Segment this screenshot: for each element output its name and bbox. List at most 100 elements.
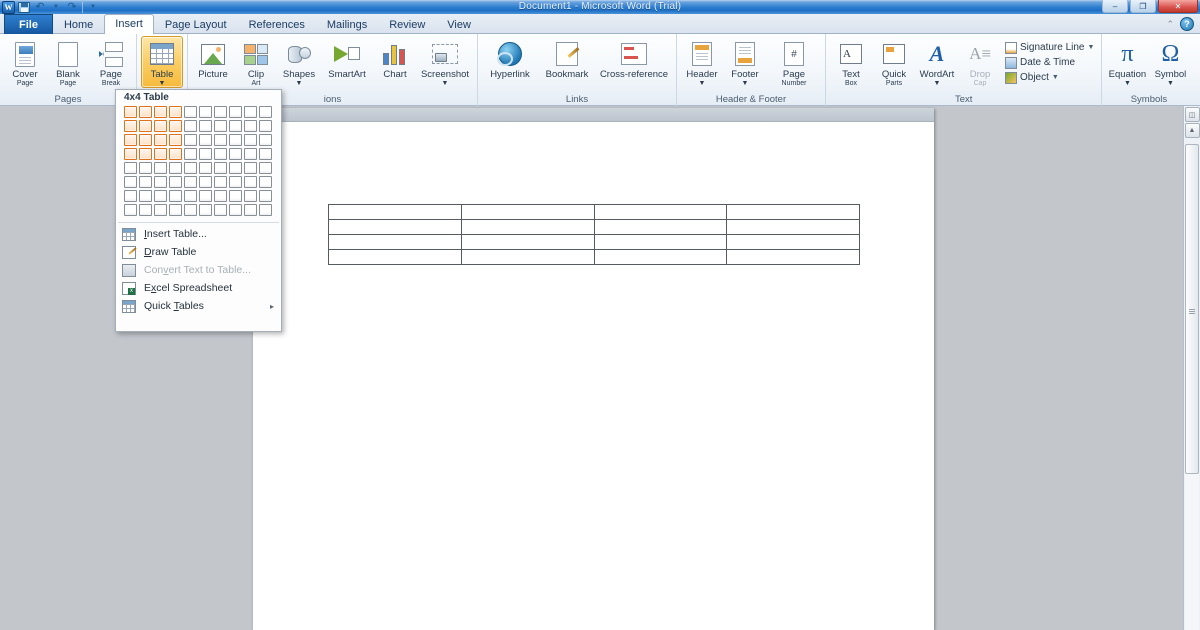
grid-cell-1-6[interactable] bbox=[199, 106, 212, 118]
grid-cell-2-7[interactable] bbox=[214, 120, 227, 132]
screenshot-button[interactable]: Screenshot ▼ bbox=[417, 36, 473, 88]
grid-cell-8-1[interactable] bbox=[124, 204, 137, 216]
footer-caret[interactable]: ▼ bbox=[731, 80, 758, 87]
grid-cell-4-9[interactable] bbox=[244, 148, 257, 160]
menu-item-excel-spreadsheet[interactable]: Excel Spreadsheet bbox=[116, 279, 281, 297]
grid-cell-5-6[interactable] bbox=[199, 162, 212, 174]
inserted-table[interactable] bbox=[328, 204, 860, 265]
grid-cell-8-8[interactable] bbox=[229, 204, 242, 216]
customize-qat-icon[interactable]: ▼ bbox=[86, 1, 100, 14]
grid-cell-3-1[interactable] bbox=[124, 134, 137, 146]
grid-cell-4-4[interactable] bbox=[169, 148, 182, 160]
screenshot-caret[interactable]: ▼ bbox=[421, 80, 469, 87]
grid-cell-6-10[interactable] bbox=[259, 176, 272, 188]
blank-page-button[interactable]: Blank Page bbox=[47, 36, 89, 88]
grid-cell-1-3[interactable] bbox=[154, 106, 167, 118]
grid-cell-7-1[interactable] bbox=[124, 190, 137, 202]
grid-cell-1-8[interactable] bbox=[229, 106, 242, 118]
table-row[interactable] bbox=[328, 219, 860, 235]
grid-cell-6-7[interactable] bbox=[214, 176, 227, 188]
grid-cell-3-7[interactable] bbox=[214, 134, 227, 146]
grid-cell-6-1[interactable] bbox=[124, 176, 137, 188]
object-caret[interactable]: ▼ bbox=[1052, 74, 1059, 81]
grid-cell-6-6[interactable] bbox=[199, 176, 212, 188]
table-dropdown-caret[interactable]: ▼ bbox=[151, 80, 174, 87]
grid-cell-7-8[interactable] bbox=[229, 190, 242, 202]
grid-cell-5-9[interactable] bbox=[244, 162, 257, 174]
grid-cell-1-9[interactable] bbox=[244, 106, 257, 118]
table-cell-4-4[interactable] bbox=[726, 249, 860, 265]
grid-cell-4-2[interactable] bbox=[139, 148, 152, 160]
grid-cell-4-5[interactable] bbox=[184, 148, 197, 160]
clip-art-button[interactable]: Clip Art bbox=[235, 36, 277, 88]
grid-cell-1-10[interactable] bbox=[259, 106, 272, 118]
table-size-grid[interactable] bbox=[123, 105, 274, 217]
grid-cell-4-1[interactable] bbox=[124, 148, 137, 160]
page-number-button[interactable]: # Page Number bbox=[767, 36, 821, 88]
grid-cell-1-2[interactable] bbox=[139, 106, 152, 118]
document-page[interactable] bbox=[253, 108, 934, 630]
text-box-button[interactable]: A Text Box bbox=[830, 36, 872, 88]
grid-cell-1-4[interactable] bbox=[169, 106, 182, 118]
table-cell-2-3[interactable] bbox=[593, 219, 728, 235]
table-cell-1-4[interactable] bbox=[726, 204, 860, 220]
object-button[interactable]: Object ▼ bbox=[1002, 70, 1097, 85]
grid-cell-3-3[interactable] bbox=[154, 134, 167, 146]
table-cell-1-1[interactable] bbox=[328, 204, 462, 220]
table-cell-3-1[interactable] bbox=[328, 234, 462, 250]
scroll-up-button[interactable]: ▲ bbox=[1184, 123, 1200, 138]
grid-cell-4-10[interactable] bbox=[259, 148, 272, 160]
scrollbar-thumb[interactable] bbox=[1185, 144, 1199, 474]
grid-cell-4-3[interactable] bbox=[154, 148, 167, 160]
table-cell-3-4[interactable] bbox=[726, 234, 860, 250]
grid-cell-3-8[interactable] bbox=[229, 134, 242, 146]
restore-button[interactable]: ❐ bbox=[1130, 0, 1156, 13]
redo-icon[interactable]: ↷ bbox=[65, 1, 79, 14]
picture-button[interactable]: Picture bbox=[192, 36, 234, 81]
tab-home[interactable]: Home bbox=[53, 15, 104, 34]
grid-cell-5-8[interactable] bbox=[229, 162, 242, 174]
grid-cell-6-3[interactable] bbox=[154, 176, 167, 188]
minimize-button[interactable]: – bbox=[1102, 0, 1128, 13]
tab-view[interactable]: View bbox=[436, 15, 482, 34]
table-cell-3-3[interactable] bbox=[593, 234, 728, 250]
table-dropdown-menu[interactable]: 4x4 Table Insert Table... Draw Table Con… bbox=[115, 89, 282, 332]
grid-cell-2-6[interactable] bbox=[199, 120, 212, 132]
tab-references[interactable]: References bbox=[238, 15, 316, 34]
table-cell-1-2[interactable] bbox=[460, 204, 595, 220]
grid-cell-6-2[interactable] bbox=[139, 176, 152, 188]
shapes-caret[interactable]: ▼ bbox=[283, 80, 315, 87]
grid-cell-5-5[interactable] bbox=[184, 162, 197, 174]
help-icon[interactable]: ? bbox=[1180, 17, 1194, 31]
grid-cell-4-8[interactable] bbox=[229, 148, 242, 160]
close-button[interactable]: ✕ bbox=[1158, 0, 1198, 13]
table-button[interactable]: Table ▼ bbox=[141, 36, 183, 88]
grid-cell-6-9[interactable] bbox=[244, 176, 257, 188]
table-cell-2-2[interactable] bbox=[460, 219, 595, 235]
tab-insert[interactable]: Insert bbox=[104, 14, 154, 34]
table-cell-3-2[interactable] bbox=[460, 234, 595, 250]
grid-cell-2-3[interactable] bbox=[154, 120, 167, 132]
grid-cell-2-9[interactable] bbox=[244, 120, 257, 132]
grid-cell-7-10[interactable] bbox=[259, 190, 272, 202]
footer-button[interactable]: Footer ▼ bbox=[724, 36, 766, 88]
grid-cell-2-4[interactable] bbox=[169, 120, 182, 132]
equation-caret[interactable]: ▼ bbox=[1109, 80, 1147, 87]
table-cell-2-4[interactable] bbox=[726, 219, 860, 235]
grid-cell-3-4[interactable] bbox=[169, 134, 182, 146]
drop-cap-button[interactable]: A≡ Drop Cap bbox=[959, 36, 1001, 88]
smartart-button[interactable]: SmartArt bbox=[321, 36, 373, 81]
signature-line-caret[interactable]: ▼ bbox=[1088, 44, 1095, 51]
page-break-button[interactable]: Page Break bbox=[90, 36, 132, 88]
table-cell-4-1[interactable] bbox=[328, 249, 462, 265]
grid-cell-5-7[interactable] bbox=[214, 162, 227, 174]
table-cell-4-3[interactable] bbox=[593, 249, 728, 265]
grid-cell-5-3[interactable] bbox=[154, 162, 167, 174]
grid-cell-5-10[interactable] bbox=[259, 162, 272, 174]
hyperlink-button[interactable]: Hyperlink bbox=[482, 36, 538, 81]
grid-cell-8-10[interactable] bbox=[259, 204, 272, 216]
grid-cell-7-9[interactable] bbox=[244, 190, 257, 202]
horizontal-ruler[interactable] bbox=[253, 108, 934, 122]
grid-cell-8-2[interactable] bbox=[139, 204, 152, 216]
grid-cell-5-1[interactable] bbox=[124, 162, 137, 174]
